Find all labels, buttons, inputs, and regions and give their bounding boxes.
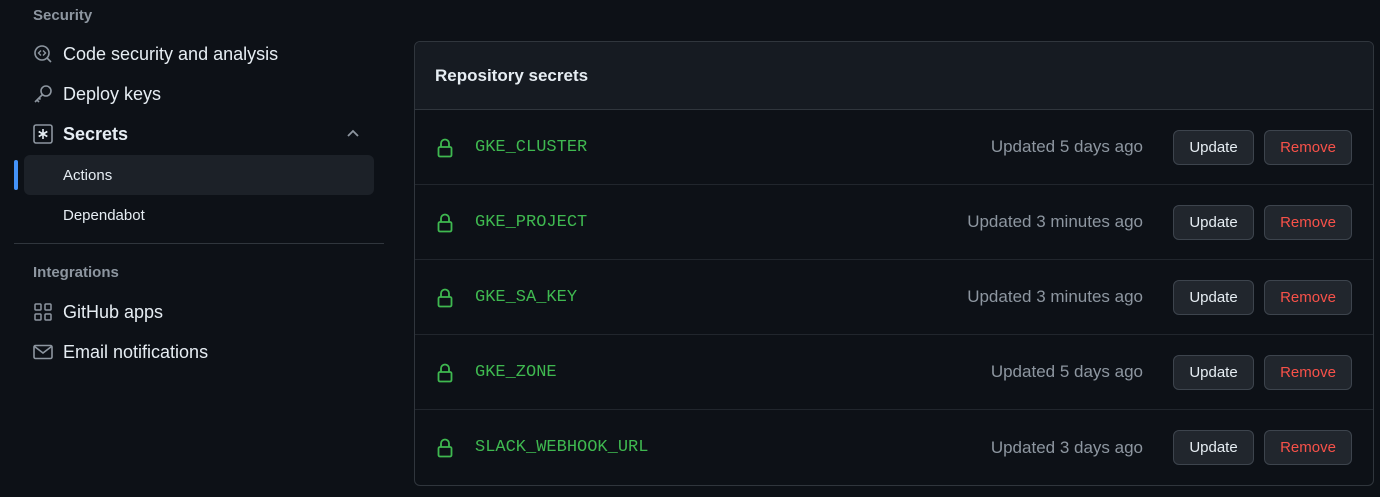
sidebar-item-label: Code security and analysis <box>63 43 279 64</box>
integrations-heading: Integrations <box>33 264 119 281</box>
chevron-up-icon[interactable] <box>346 128 360 138</box>
sidebar-item-deploy-keys[interactable]: Deploy keys <box>24 74 374 114</box>
sidebar-item-secrets[interactable]: Secrets <box>24 114 374 154</box>
secret-name: SLACK_WEBHOOK_URL <box>475 438 649 457</box>
secret-row: GKE_CLUSTER Updated 5 days ago Update Re… <box>415 110 1373 185</box>
sidebar-item-label: Actions <box>63 166 113 184</box>
update-button[interactable]: Update <box>1173 354 1254 390</box>
divider <box>14 243 384 244</box>
sidebar-item-label: Deploy keys <box>63 83 162 104</box>
remove-button[interactable]: Remove <box>1264 279 1352 315</box>
sidebar-subitem-dependabot[interactable]: Dependabot <box>24 195 374 235</box>
secret-updated: Updated 3 days ago <box>990 437 1143 457</box>
security-heading: Security <box>33 7 93 24</box>
secret-row: SLACK_WEBHOOK_URL Updated 3 days ago Upd… <box>415 410 1373 485</box>
repository-secrets-panel: Repository secrets GKE_CLUSTER Updated 5… <box>414 41 1374 486</box>
secret-updated: Updated 5 days ago <box>990 362 1143 381</box>
lock-icon <box>437 138 453 158</box>
secret-name: GKE_ZONE <box>475 362 557 382</box>
sidebar-subitem-actions[interactable]: Actions <box>24 155 374 195</box>
secret-updated: Updated 5 days ago <box>990 137 1143 156</box>
secret-updated: Updated 3 minutes ago <box>967 287 1143 306</box>
update-button[interactable]: Update <box>1173 129 1254 165</box>
sidebar-item-label: GitHub apps <box>63 301 164 322</box>
remove-button[interactable]: Remove <box>1264 204 1352 240</box>
secret-name: GKE_SA_KEY <box>475 287 578 307</box>
sidebar-item-label: Email notifications <box>63 341 209 362</box>
lock-icon <box>437 438 453 458</box>
update-button[interactable]: Update <box>1173 430 1254 465</box>
sidebar-item-code-security[interactable]: Code security and analysis <box>24 34 374 74</box>
sidebar-item-email-notifications[interactable]: Email notifications <box>24 332 374 372</box>
mail-icon <box>33 344 53 360</box>
lock-icon <box>437 363 453 383</box>
secret-row: GKE_PROJECT Updated 3 minutes ago Update… <box>415 185 1373 260</box>
lock-icon <box>437 213 453 233</box>
secret-name: GKE_PROJECT <box>475 212 588 232</box>
remove-button[interactable]: Remove <box>1264 430 1352 465</box>
remove-button[interactable]: Remove <box>1264 129 1352 165</box>
key-icon <box>34 85 52 103</box>
panel-title: Repository secrets <box>415 42 1373 110</box>
codescan-icon <box>34 45 52 63</box>
asterisk-icon <box>33 124 53 144</box>
lock-icon <box>437 288 453 308</box>
sidebar-item-label: Dependabot <box>63 206 145 224</box>
secret-updated: Updated 3 minutes ago <box>967 212 1143 231</box>
sidebar-item-label: Secrets <box>63 123 129 144</box>
secret-row: GKE_SA_KEY Updated 3 minutes ago Update … <box>415 260 1373 335</box>
active-indicator <box>14 160 18 190</box>
remove-button[interactable]: Remove <box>1264 354 1352 390</box>
update-button[interactable]: Update <box>1173 279 1254 315</box>
apps-icon <box>34 303 52 321</box>
secret-row: GKE_ZONE Updated 5 days ago Update Remov… <box>415 335 1373 410</box>
sidebar-item-github-apps[interactable]: GitHub apps <box>24 292 374 332</box>
update-button[interactable]: Update <box>1173 204 1254 240</box>
secret-name: GKE_CLUSTER <box>475 137 588 157</box>
